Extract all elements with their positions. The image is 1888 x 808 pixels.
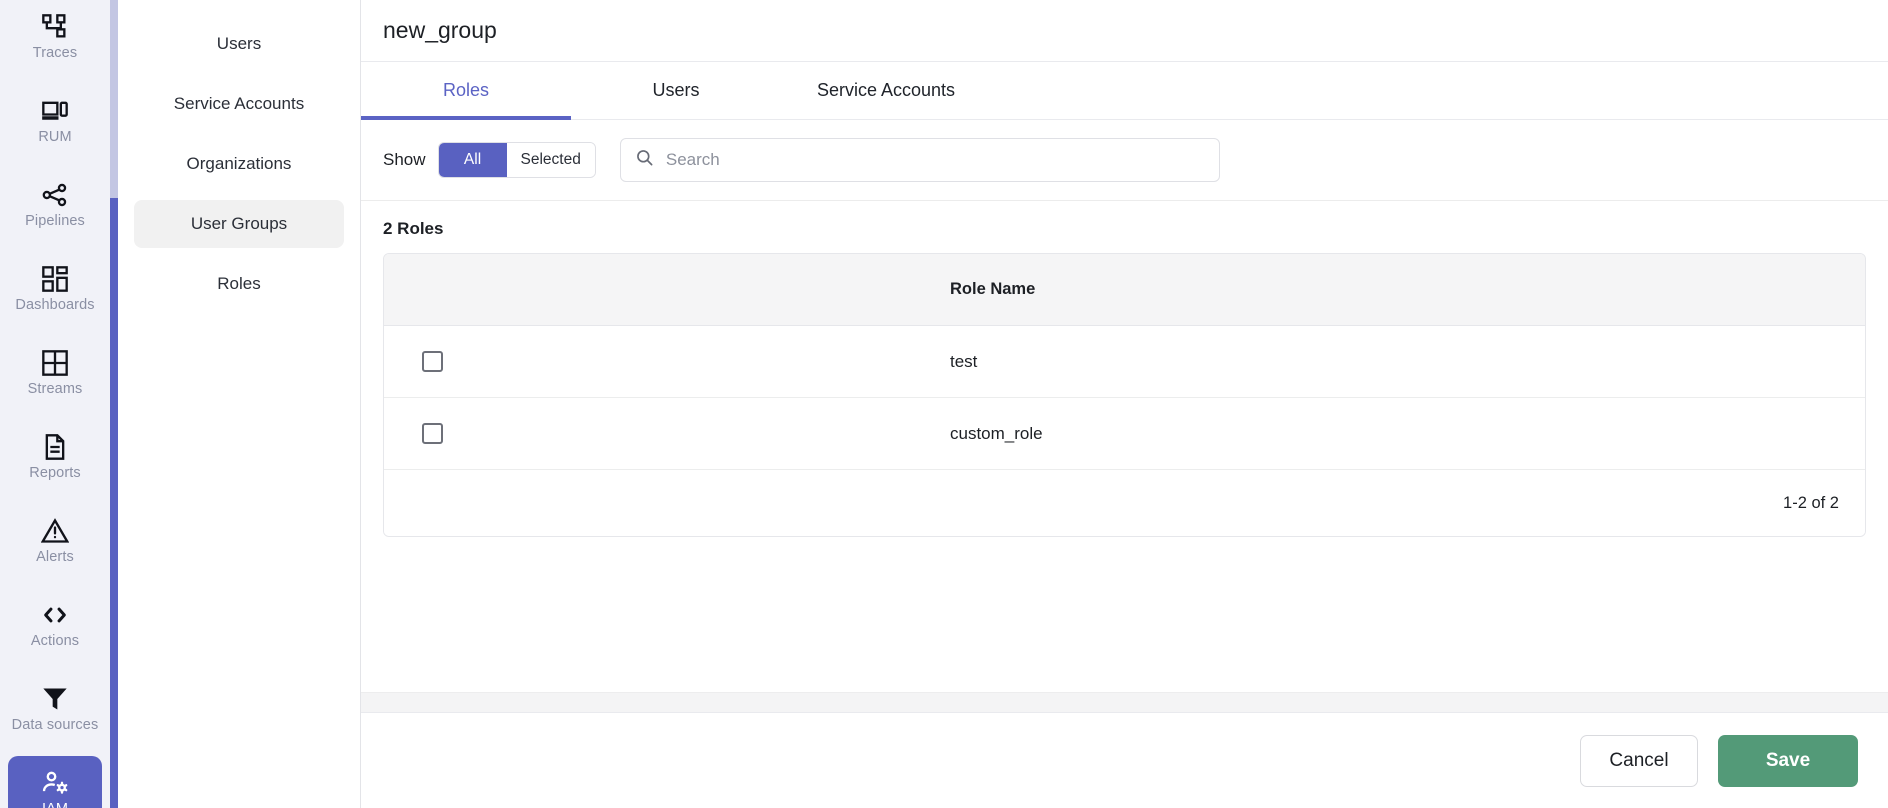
sidebar-label: RUM — [38, 128, 72, 145]
row-checkbox-cell — [384, 423, 480, 444]
tab-roles[interactable]: Roles — [361, 62, 571, 120]
subnav-item-user-groups[interactable]: User Groups — [134, 200, 344, 248]
table-footer: 1-2 of 2 — [384, 470, 1865, 536]
pipelines-icon — [41, 181, 69, 209]
page-title: new_group — [383, 17, 497, 43]
data-sources-icon — [41, 685, 69, 713]
sidebar-item-alerts[interactable]: Alerts — [8, 504, 102, 578]
segment-selected[interactable]: Selected — [506, 143, 595, 177]
sidebar-label: Reports — [29, 464, 81, 481]
streams-icon — [41, 349, 69, 377]
main-panel: new_group Roles Users Service Accounts S… — [360, 0, 1888, 808]
roles-table: Role Name test custom_role 1-2 of 2 — [383, 253, 1866, 537]
sidebar-item-pipelines[interactable]: Pipelines — [8, 168, 102, 242]
column-header-role-name: Role Name — [950, 280, 1036, 298]
traces-icon — [41, 13, 69, 41]
sidebar-accent-top — [110, 0, 118, 198]
iam-icon — [41, 769, 69, 797]
show-segmented-control: All Selected — [437, 142, 596, 178]
action-bar: Cancel Save — [361, 712, 1888, 808]
role-name-value: test — [950, 351, 978, 371]
subnav-label: Users — [216, 34, 262, 53]
app-root: Traces RUM Pipelines Dashboards Streams … — [0, 0, 1888, 808]
table-row[interactable]: custom_role — [384, 398, 1865, 470]
tab-label: Users — [652, 80, 700, 100]
tab-users[interactable]: Users — [571, 62, 781, 119]
subnav-item-organizations[interactable]: Organizations — [134, 140, 344, 188]
sidebar-item-data-sources[interactable]: Data sources — [8, 672, 102, 746]
header-role-name-cell: Role Name — [480, 280, 1865, 299]
tab-label: Service Accounts — [816, 80, 956, 100]
reports-icon — [41, 433, 69, 461]
subnav-label: Roles — [217, 274, 261, 293]
sidebar-label: Actions — [30, 632, 80, 649]
table-row[interactable]: test — [384, 326, 1865, 398]
search-box[interactable] — [619, 138, 1220, 182]
sidebar-label: Alerts — [36, 548, 74, 565]
subnav-label: Service Accounts — [173, 94, 305, 113]
subnav-label: User Groups — [190, 214, 288, 233]
footer-separator-strip — [361, 692, 1888, 712]
roles-count: 2 Roles — [383, 219, 444, 238]
row-checkbox-cell — [384, 351, 480, 372]
row-checkbox[interactable] — [421, 351, 443, 372]
save-button[interactable]: Save — [1718, 734, 1858, 787]
segment-all[interactable]: All — [438, 143, 507, 177]
sidebar-label: Pipelines — [25, 212, 85, 229]
row-role-name-cell: custom_role — [480, 424, 1865, 444]
dashboards-icon — [41, 265, 69, 293]
row-role-name-cell: test — [480, 352, 1865, 372]
sidebar-label: Dashboards — [15, 296, 95, 313]
show-label: Show — [383, 150, 426, 169]
search-input[interactable] — [665, 150, 1205, 170]
filter-bar: Show All Selected — [361, 120, 1888, 200]
sidebar-item-traces[interactable]: Traces — [8, 0, 102, 74]
segment-label: All — [463, 151, 482, 168]
sidebar-accent-strip — [110, 0, 118, 808]
segment-label: Selected — [520, 151, 581, 168]
sidebar-item-rum[interactable]: RUM — [8, 84, 102, 158]
subnav-item-service-accounts[interactable]: Service Accounts — [134, 80, 344, 128]
table-header-row: Role Name — [384, 254, 1865, 326]
tab-bar: Roles Users Service Accounts — [361, 62, 1888, 120]
sidebar-label: Streams — [27, 380, 83, 397]
sidebar-accent-bottom — [110, 198, 118, 808]
sidebar-label: Traces — [32, 44, 78, 61]
sidebar-label: Data sources — [11, 716, 99, 733]
subnav-item-roles[interactable]: Roles — [134, 260, 344, 308]
rum-icon — [41, 97, 69, 125]
show-filter-group: Show All Selected — [383, 142, 596, 178]
sidebar-item-iam[interactable]: IAM — [8, 756, 102, 808]
alerts-icon — [41, 517, 69, 545]
primary-sidebar: Traces RUM Pipelines Dashboards Streams … — [0, 0, 110, 808]
subnav-label: Organizations — [186, 154, 292, 173]
sidebar-item-dashboards[interactable]: Dashboards — [8, 252, 102, 326]
sidebar-label: IAM — [42, 801, 68, 808]
subnav-item-users[interactable]: Users — [134, 20, 344, 68]
row-checkbox[interactable] — [421, 423, 443, 444]
iam-subnav: Users Service Accounts Organizations Use… — [118, 0, 360, 808]
sidebar-item-reports[interactable]: Reports — [8, 420, 102, 494]
role-name-value: custom_role — [950, 423, 1043, 443]
cancel-button[interactable]: Cancel — [1580, 734, 1698, 787]
sidebar-item-actions[interactable]: Actions — [8, 588, 102, 662]
main-header: new_group — [361, 0, 1888, 62]
tab-label: Roles — [442, 80, 490, 100]
pagination-info: 1-2 of 2 — [1783, 493, 1839, 512]
sidebar-item-streams[interactable]: Streams — [8, 336, 102, 410]
actions-icon — [41, 601, 69, 629]
tab-service-accounts[interactable]: Service Accounts — [781, 62, 991, 119]
search-icon — [635, 148, 654, 172]
